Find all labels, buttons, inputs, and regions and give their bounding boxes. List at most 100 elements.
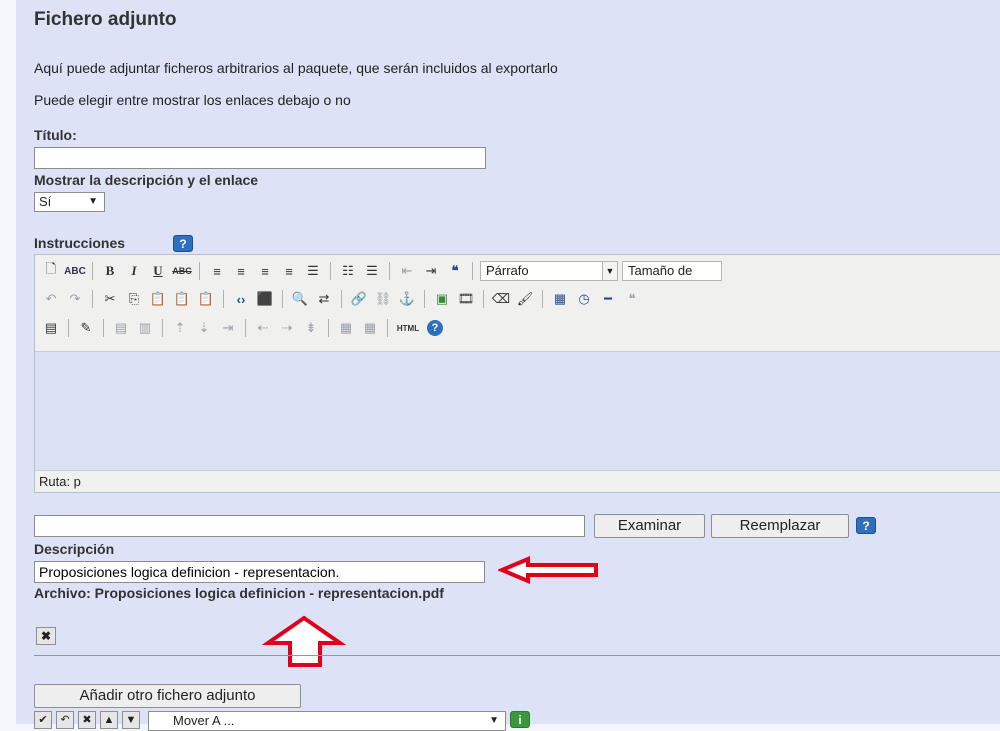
insert-row-before-icon[interactable]: ⇡ (170, 318, 190, 338)
align-center-icon[interactable]: ≡ (231, 261, 251, 281)
delete-idevice-icon[interactable]: ✖ (78, 711, 96, 729)
bullet-list-icon[interactable]: ☷ (338, 261, 358, 281)
add-attachment-button[interactable]: Añadir otro fichero adjunto (34, 684, 301, 708)
numbered-list-icon[interactable]: ☰ (362, 261, 382, 281)
blockquote-icon[interactable]: ❝ (445, 261, 465, 281)
font-size-select[interactable]: Tamaño de (622, 261, 722, 281)
outdent-icon[interactable]: ⇤ (397, 261, 417, 281)
media-icon[interactable]: 🎞 (456, 289, 476, 309)
format-select[interactable]: Párrafo ▼ (480, 261, 618, 281)
unlink-icon[interactable]: ⛓ (373, 289, 393, 309)
align-justify-icon[interactable]: ≡ (279, 261, 299, 281)
time-icon[interactable]: ◷ (574, 289, 594, 309)
file-help-icon[interactable]: ? (856, 517, 876, 534)
toolbar-separator (387, 319, 388, 337)
show-desc-selected: Sí (39, 194, 52, 209)
toolbar-separator (389, 262, 390, 280)
browse-button[interactable]: Examinar (594, 514, 705, 538)
replace-icon[interactable]: ⇄ (314, 289, 334, 309)
section-title: Fichero adjunto (34, 9, 177, 30)
cut-icon[interactable]: ✂ (100, 289, 120, 309)
style-icon[interactable]: ☰ (303, 261, 323, 281)
font-size-select-value: Tamaño de (628, 263, 693, 278)
title-label: Título: (34, 127, 77, 143)
toolbar-separator (424, 290, 425, 308)
arrow-up-icon (262, 615, 346, 667)
edit-icon[interactable]: ✎ (76, 318, 96, 338)
file-path-input[interactable] (34, 515, 585, 537)
move-to-select[interactable]: Mover A ... ▼ (148, 711, 506, 731)
move-up-icon[interactable]: ▲ (100, 711, 118, 729)
split-cells-icon[interactable]: ▦ (360, 318, 380, 338)
fullscreen-icon[interactable]: ⬛ (255, 289, 275, 309)
insert-row-after-icon[interactable]: ⇣ (194, 318, 214, 338)
toolbar-separator (199, 262, 200, 280)
spellcheck-icon[interactable]: ABC (64, 261, 86, 281)
editor-path-status: Ruta: p (35, 470, 1000, 492)
underline-icon[interactable]: U (148, 261, 168, 281)
copy-icon[interactable]: ⎘ (124, 289, 144, 309)
toolbar-row-3: ▤ ✎ ▤ ▥ ⇡ ⇣ ⇥ ⇠ ⇢ ⇟ ▦ ▦ HTML ? (41, 317, 445, 339)
toolbar-separator (282, 290, 283, 308)
paste-icon[interactable]: 📋 (148, 289, 168, 309)
code-icon[interactable]: ‹› (231, 289, 251, 309)
title-input[interactable] (34, 147, 486, 169)
italic-icon[interactable]: I (124, 261, 144, 281)
link-icon[interactable]: 🔗 (349, 289, 369, 309)
hr-icon[interactable]: ━ (598, 289, 618, 309)
anchor-icon[interactable]: ⚓ (397, 289, 417, 309)
toolbar-separator (330, 262, 331, 280)
help-icon[interactable]: ? (425, 318, 445, 338)
show-desc-select[interactable]: Sí ▼ (34, 192, 105, 212)
toolbar-separator (103, 319, 104, 337)
table-row-icon[interactable]: ▤ (111, 318, 131, 338)
align-left-icon[interactable]: ≡ (207, 261, 227, 281)
idevice-action-bar: ✔ ↶ ✖ ▲ ▼ Mover A ... ▼ i (34, 711, 530, 731)
strikethrough-icon[interactable]: ABC (172, 261, 192, 281)
align-right-icon[interactable]: ≡ (255, 261, 275, 281)
delete-col-icon[interactable]: ⇟ (301, 318, 321, 338)
indent-icon[interactable]: ⇥ (421, 261, 441, 281)
paste-word-icon[interactable]: 📋 (196, 289, 216, 309)
toolbar-separator (245, 319, 246, 337)
undo-edit-icon[interactable]: ↶ (56, 711, 74, 729)
toolbar-separator (341, 290, 342, 308)
show-desc-label: Mostrar la descripción y el enlace (34, 172, 259, 188)
quote-icon[interactable]: ❝ (622, 289, 642, 309)
instructions-help-icon[interactable]: ? (173, 235, 193, 252)
toolbar-separator (68, 319, 69, 337)
paste-text-icon[interactable]: 📋 (172, 289, 192, 309)
replace-button[interactable]: Reemplazar (711, 514, 849, 538)
date-icon[interactable]: ▦ (550, 289, 570, 309)
instructions-label: Instrucciones (34, 235, 126, 251)
insert-col-after-icon[interactable]: ⇢ (277, 318, 297, 338)
delete-row-icon[interactable]: ⇥ (218, 318, 238, 338)
description-input[interactable]: Proposiciones logica definicion - repres… (34, 561, 485, 583)
editor-content-area[interactable] (35, 351, 1000, 472)
html-icon[interactable]: HTML (395, 318, 421, 338)
toolbar-separator (223, 290, 224, 308)
image-icon[interactable]: ▣ (432, 289, 452, 309)
toolbar-row-1: 🗋 ABC B I U ABC ≡ ≡ ≡ ≡ ☰ ☷ ☰ ⇤ ⇥ ❝ Párr… (41, 260, 722, 282)
toolbar-separator (162, 319, 163, 337)
table-col-icon[interactable]: ▥ (135, 318, 155, 338)
info-icon[interactable]: i (510, 711, 530, 728)
eraser-icon[interactable]: ⌫ (491, 289, 511, 309)
toolbar-separator (92, 290, 93, 308)
toolbar-separator (92, 262, 93, 280)
redo-icon[interactable]: ↷ (65, 289, 85, 309)
bold-icon[interactable]: B (100, 261, 120, 281)
table-icon[interactable]: ▤ (41, 318, 61, 338)
merge-cells-icon[interactable]: ▦ (336, 318, 356, 338)
undo-icon[interactable]: ↶ (41, 289, 61, 309)
insert-col-before-icon[interactable]: ⇠ (253, 318, 273, 338)
new-document-icon[interactable]: 🗋 (41, 261, 61, 281)
chevron-down-icon: ▼ (602, 262, 617, 280)
done-check-icon[interactable]: ✔ (34, 711, 52, 729)
move-down-icon[interactable]: ▼ (122, 711, 140, 729)
toolbar-separator (483, 290, 484, 308)
intro-text: Aquí puede adjuntar ficheros arbitrarios… (34, 60, 558, 76)
cleanup-icon[interactable]: 🖌 (515, 289, 535, 309)
delete-file-button[interactable]: ✖ (36, 627, 56, 645)
find-icon[interactable]: 🔍 (290, 289, 310, 309)
